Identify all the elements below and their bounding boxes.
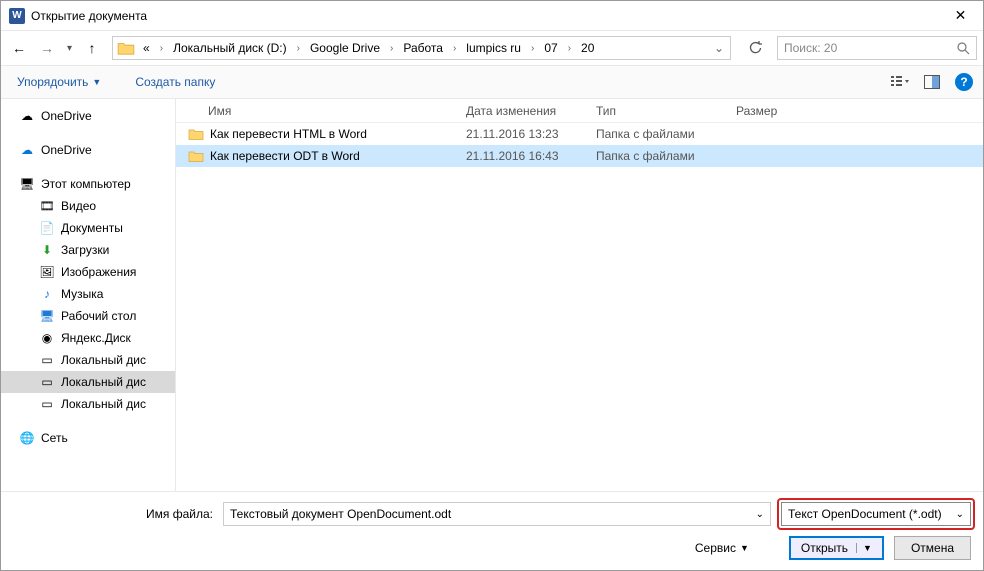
close-button[interactable]: ✕ [938, 1, 983, 31]
file-type: Папка с файлами [586, 127, 726, 141]
sidebar-yandex-disk[interactable]: ◉Яндекс.Диск [1, 327, 175, 349]
file-type: Папка с файлами [586, 149, 726, 163]
organize-button[interactable]: Упорядочить▼ [11, 71, 107, 93]
column-size[interactable]: Размер [726, 104, 983, 118]
path-overflow[interactable]: « [139, 41, 154, 55]
footer-actions: Сервис▼ Открыть▼ Отмена [13, 536, 971, 560]
open-button[interactable]: Открыть▼ [789, 536, 884, 560]
file-date: 21.11.2016 16:43 [456, 149, 586, 163]
filename-label: Имя файла: [13, 507, 223, 521]
filetype-select[interactable]: Текст OpenDocument (*.odt) ⌄ [781, 502, 971, 526]
path-segment[interactable]: lumpics ru [462, 41, 525, 55]
folder-icon [117, 40, 135, 56]
preview-pane-button[interactable] [919, 69, 945, 95]
folder-icon [188, 149, 204, 163]
filename-value: Текстовый документ OpenDocument.odt [230, 507, 451, 521]
video-icon: 🎞 [39, 199, 55, 213]
chevron-down-icon: ⌄ [756, 509, 764, 520]
yandex-icon: ◉ [39, 331, 55, 345]
sidebar-video[interactable]: 🎞Видео [1, 195, 175, 217]
open-file-dialog: W Открытие документа ✕ ← → ▾ ↑ « › Локал… [0, 0, 984, 571]
desktop-icon: 🖥 [39, 309, 55, 323]
sidebar-local-disk[interactable]: ▭Локальный дис [1, 393, 175, 415]
document-icon: 📄 [39, 221, 55, 235]
toolbar: Упорядочить▼ Создать папку ? [1, 65, 983, 99]
folder-icon [188, 127, 204, 141]
path-segment[interactable]: Google Drive [306, 41, 384, 55]
column-headers: Имя Дата изменения Тип Размер [176, 99, 983, 123]
path-segment[interactable]: 07 [540, 41, 561, 55]
cloud-icon: ☁ [19, 109, 35, 123]
refresh-button[interactable] [743, 36, 767, 60]
sidebar-network[interactable]: 🌐Сеть [1, 427, 175, 449]
sidebar-local-disk[interactable]: ▭Локальный дис [1, 371, 175, 393]
path-segment[interactable]: 20 [577, 41, 598, 55]
sidebar-this-pc[interactable]: 🖥Этот компьютер [1, 173, 175, 195]
sidebar-music[interactable]: ♪Музыка [1, 283, 175, 305]
file-name: Как перевести HTML в Word [210, 127, 367, 141]
search-placeholder: Поиск: 20 [784, 41, 837, 55]
file-date: 21.11.2016 13:23 [456, 127, 586, 141]
cloud-icon: ☁ [19, 143, 35, 157]
chevron-icon: › [291, 43, 306, 54]
dialog-body: ☁OneDrive ☁OneDrive 🖥Этот компьютер 🎞Вид… [1, 99, 983, 491]
sidebar-documents[interactable]: 📄Документы [1, 217, 175, 239]
filename-input[interactable]: Текстовый документ OpenDocument.odt ⌄ [223, 502, 771, 526]
tools-button[interactable]: Сервис▼ [695, 541, 749, 555]
chevron-down-icon: ⌄ [956, 509, 964, 520]
sidebar-desktop[interactable]: 🖥Рабочий стол [1, 305, 175, 327]
drive-icon: ▭ [39, 353, 55, 367]
chevron-icon: › [447, 43, 462, 54]
sidebar-onedrive[interactable]: ☁OneDrive [1, 139, 175, 161]
window-title: Открытие документа [31, 9, 938, 23]
sidebar-onedrive[interactable]: ☁OneDrive [1, 105, 175, 127]
sidebar: ☁OneDrive ☁OneDrive 🖥Этот компьютер 🎞Вид… [1, 99, 176, 491]
address-bar[interactable]: « › Локальный диск (D:) › Google Drive ›… [112, 36, 731, 60]
sidebar-downloads[interactable]: ⬇Загрузки [1, 239, 175, 261]
sidebar-images[interactable]: 🖼Изображения [1, 261, 175, 283]
file-rows: Как перевести HTML в Word 21.11.2016 13:2… [176, 123, 983, 491]
new-folder-button[interactable]: Создать папку [129, 71, 221, 93]
help-button[interactable]: ? [955, 73, 973, 91]
file-row[interactable]: Как перевести HTML в Word 21.11.2016 13:2… [176, 123, 983, 145]
word-app-icon: W [9, 8, 25, 24]
file-row[interactable]: Как перевести ODT в Word 21.11.2016 16:43… [176, 145, 983, 167]
image-icon: 🖼 [39, 265, 55, 279]
column-date[interactable]: Дата изменения [456, 104, 586, 118]
path-segment[interactable]: Локальный диск (D:) [169, 41, 291, 55]
forward-button[interactable]: → [35, 36, 59, 60]
nav-bar: ← → ▾ ↑ « › Локальный диск (D:) › Google… [1, 31, 983, 65]
filetype-value: Текст OpenDocument (*.odt) [788, 507, 942, 521]
column-name[interactable]: Имя [176, 104, 456, 118]
network-icon: 🌐 [19, 431, 35, 445]
chevron-icon: › [525, 43, 540, 54]
view-options-button[interactable] [887, 69, 913, 95]
chevron-icon: › [154, 43, 169, 54]
drive-icon: ▭ [39, 375, 55, 389]
search-input[interactable]: Поиск: 20 [777, 36, 977, 60]
back-button[interactable]: ← [7, 36, 31, 60]
download-icon: ⬇ [39, 243, 55, 257]
refresh-icon [748, 41, 762, 55]
chevron-icon: › [562, 43, 577, 54]
footer: Имя файла: Текстовый документ OpenDocume… [1, 491, 983, 570]
drive-icon: ▭ [39, 397, 55, 411]
titlebar: W Открытие документа ✕ [1, 1, 983, 31]
open-split-icon[interactable]: ▼ [856, 543, 872, 553]
music-icon: ♪ [39, 287, 55, 301]
path-segment[interactable]: Работа [399, 41, 447, 55]
file-list: Имя Дата изменения Тип Размер Как переве… [176, 99, 983, 491]
cancel-button[interactable]: Отмена [894, 536, 971, 560]
chevron-icon: › [384, 43, 399, 54]
history-dropdown[interactable]: ▾ [63, 43, 76, 54]
path-dropdown[interactable]: ⌄ [708, 41, 730, 55]
sidebar-local-disk[interactable]: ▭Локальный дис [1, 349, 175, 371]
monitor-icon: 🖥 [19, 177, 35, 191]
search-icon [957, 42, 970, 55]
file-name: Как перевести ODT в Word [210, 149, 360, 163]
up-button[interactable]: ↑ [80, 36, 104, 60]
column-type[interactable]: Тип [586, 104, 726, 118]
